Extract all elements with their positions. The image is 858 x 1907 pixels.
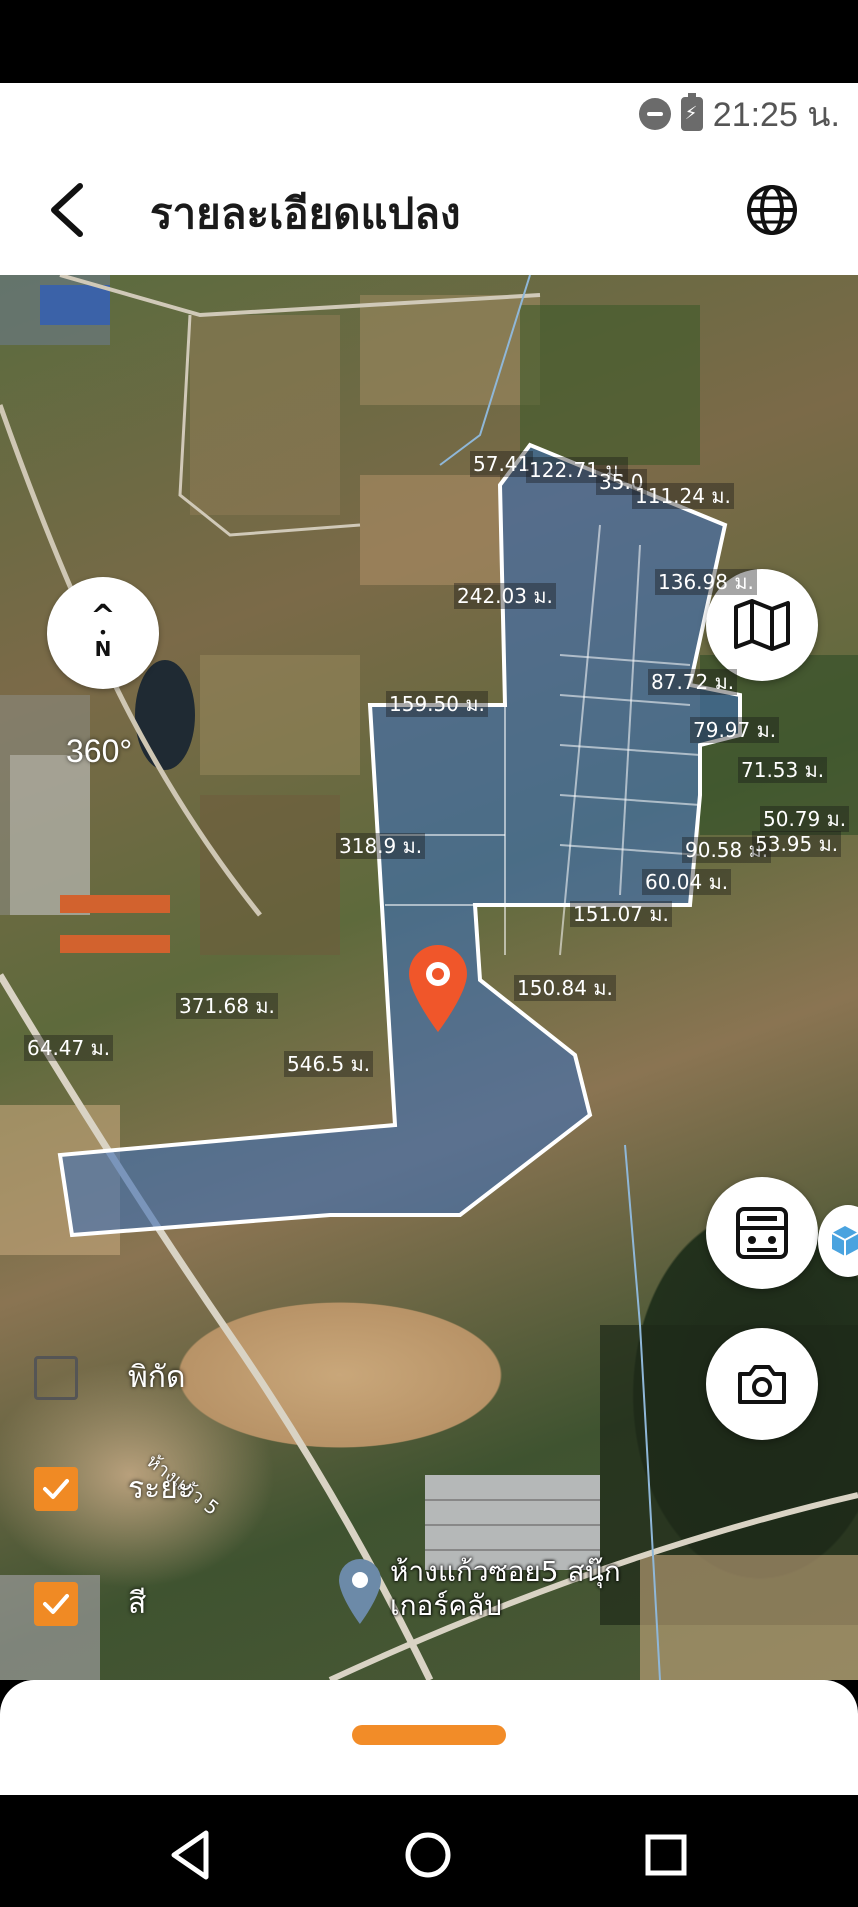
distance-label: 57.41	[470, 451, 534, 477]
bottom-sheet-handle[interactable]	[352, 1725, 506, 1745]
calculator-icon	[736, 1207, 788, 1259]
coordinates-checkbox[interactable]	[34, 1355, 78, 1400]
compass-north-label: N	[94, 637, 112, 661]
distance-checkbox[interactable]	[34, 1466, 78, 1511]
distance-label: 159.50 ม.	[386, 691, 488, 717]
back-arrow-icon[interactable]	[44, 180, 94, 240]
checkmark-icon	[43, 1478, 69, 1499]
distance-label: 79.97 ม.	[690, 717, 780, 743]
compass-button[interactable]: ^ • N	[47, 577, 159, 689]
battery-charging-icon	[680, 93, 703, 131]
satellite-map[interactable]: ^ • N 360° 57.41 122.71 ม. 35.0 111.24 ม…	[0, 275, 858, 1680]
map-icon	[734, 599, 790, 651]
do-not-disturb-icon	[638, 98, 671, 130]
toggle-coordinates[interactable]: พิกัด	[34, 1354, 185, 1401]
nav-home-icon[interactable]	[398, 1825, 458, 1885]
camera-button[interactable]	[706, 1328, 818, 1440]
place-marker-icon[interactable]	[336, 1558, 384, 1626]
toggle-color[interactable]: สี	[34, 1580, 146, 1627]
checkmark-icon	[43, 1593, 69, 1614]
color-label: สี	[128, 1586, 147, 1621]
distance-label: 60.04 ม.	[642, 869, 732, 895]
distance-label: 53.95 ม.	[752, 831, 842, 857]
globe-icon[interactable]	[744, 182, 800, 238]
distance-label: 87.72 ม.	[648, 669, 738, 695]
status-bar: 21:25 น.	[0, 83, 858, 145]
system-nav-bar	[0, 1795, 858, 1907]
distance-label: 50.79 ม.	[760, 806, 850, 832]
bottom-sheet[interactable]	[0, 1680, 858, 1795]
calculator-button[interactable]	[706, 1177, 818, 1289]
distance-label: 136.98 ม.	[655, 569, 757, 595]
distance-label: 64.47 ม.	[24, 1035, 114, 1061]
nav-recents-icon[interactable]	[636, 1825, 696, 1885]
top-black-bar	[0, 0, 858, 83]
cube-icon	[831, 1226, 858, 1256]
distance-label: 242.03 ม.	[454, 583, 556, 609]
distance-label: ระยะ	[128, 1471, 194, 1506]
distance-label: 151.07 ม.	[570, 901, 672, 927]
distance-label: 71.53 ม.	[738, 757, 828, 783]
distance-label: 371.68 ม.	[176, 993, 278, 1019]
distance-label: 318.9 ม.	[336, 833, 426, 859]
app-header: รายละเอียดแปลง	[0, 145, 858, 275]
distance-label: 111.24 ม.	[632, 483, 734, 509]
place-label: ห้างแก้วซอย5 สนุ๊กเกอร์คลับ	[390, 1555, 621, 1622]
view-360-button[interactable]: 360°	[66, 733, 132, 770]
distance-label: 546.5 ม.	[284, 1051, 374, 1077]
color-checkbox[interactable]	[34, 1581, 78, 1626]
nav-back-icon[interactable]	[160, 1825, 220, 1885]
toggle-distance[interactable]: ระยะ	[34, 1465, 194, 1512]
location-pin-icon[interactable]	[405, 942, 471, 1034]
coordinates-label: พิกัด	[128, 1360, 186, 1395]
page-title: รายละเอียดแปลง	[150, 189, 461, 238]
distance-label: 150.84 ม.	[514, 975, 616, 1001]
status-time: 21:25 น.	[712, 96, 840, 134]
camera-icon	[738, 1365, 786, 1404]
